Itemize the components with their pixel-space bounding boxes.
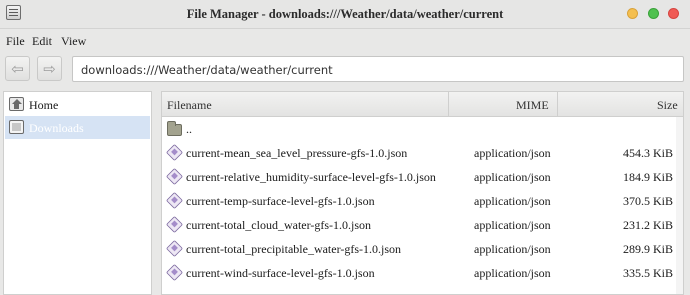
- file-mime: application/json: [474, 170, 551, 184]
- json-file-icon: [166, 264, 183, 281]
- menu-edit[interactable]: Edit: [32, 34, 52, 49]
- table-row[interactable]: current-mean_sea_level_pressure-gfs-1.0.…: [162, 141, 676, 165]
- json-file-icon: [166, 240, 183, 257]
- file-name: current-mean_sea_level_pressure-gfs-1.0.…: [186, 146, 408, 160]
- file-size: 289.9 KiB: [622, 242, 673, 256]
- file-mime: application/json: [474, 146, 551, 160]
- menu-file[interactable]: File: [6, 34, 25, 49]
- forward-arrow-icon: ⇨: [43, 59, 56, 78]
- json-file-icon: [166, 144, 183, 161]
- file-name: current-relative_humidity-surface-level-…: [186, 170, 436, 184]
- back-arrow-icon: ⇦: [11, 59, 24, 78]
- file-mime: application/json: [474, 266, 551, 280]
- forward-button[interactable]: ⇨: [37, 56, 62, 81]
- toolbar: ⇦ ⇨ downloads:///Weather/data/weather/cu…: [0, 52, 690, 88]
- downloads-icon: [9, 120, 24, 134]
- home-icon: [9, 97, 24, 111]
- column-divider[interactable]: [557, 92, 558, 117]
- close-button[interactable]: [668, 8, 679, 19]
- file-size: 335.5 KiB: [622, 266, 673, 280]
- file-list: Filename MIME Size .. current-mean_sea_l…: [161, 91, 684, 295]
- json-file-icon: [166, 216, 183, 233]
- address-bar[interactable]: downloads:///Weather/data/weather/curren…: [72, 56, 684, 82]
- json-file-icon: [166, 168, 183, 185]
- maximize-button[interactable]: [648, 8, 659, 19]
- sidebar-item-downloads[interactable]: Downloads: [5, 116, 150, 139]
- file-size: 184.9 KiB: [622, 170, 673, 184]
- file-size: 454.3 KiB: [622, 146, 673, 160]
- json-file-icon: [166, 192, 183, 209]
- sidebar-item-label: Home: [29, 98, 59, 112]
- folder-icon: [167, 121, 182, 136]
- title-bar: File Manager - downloads:///Weather/data…: [0, 0, 690, 29]
- sidebar: Home Downloads: [3, 91, 152, 295]
- table-row[interactable]: current-total_cloud_water-gfs-1.0.json a…: [162, 213, 676, 237]
- column-size[interactable]: Size: [657, 98, 678, 113]
- file-name: current-temp-surface-level-gfs-1.0.json: [186, 194, 375, 208]
- file-mime: application/json: [474, 242, 551, 256]
- file-name: current-wind-surface-level-gfs-1.0.json: [186, 266, 375, 280]
- window-title: File Manager - downloads:///Weather/data…: [186, 7, 504, 21]
- back-button[interactable]: ⇦: [5, 56, 30, 81]
- sidebar-item-home[interactable]: Home: [5, 93, 150, 116]
- menu-view[interactable]: View: [61, 34, 86, 49]
- file-mime: application/json: [474, 194, 551, 208]
- column-mime[interactable]: MIME: [516, 98, 549, 113]
- column-header: Filename MIME Size: [162, 92, 683, 117]
- file-name: current-total_cloud_water-gfs-1.0.json: [186, 218, 372, 232]
- file-size: 231.2 KiB: [622, 218, 673, 232]
- minimize-button[interactable]: [627, 8, 638, 19]
- table-row[interactable]: current-temp-surface-level-gfs-1.0.json …: [162, 189, 676, 213]
- vertical-scrollbar[interactable]: [676, 117, 683, 294]
- table-row[interactable]: current-total_precipitable_water-gfs-1.0…: [162, 237, 676, 261]
- column-filename[interactable]: Filename: [167, 98, 212, 113]
- menu-bar: File Edit View: [0, 30, 690, 52]
- file-name: current-total_precipitable_water-gfs-1.0…: [186, 242, 402, 256]
- parent-directory-row[interactable]: ..: [162, 117, 676, 141]
- file-mime: application/json: [474, 218, 551, 232]
- table-row[interactable]: current-wind-surface-level-gfs-1.0.json …: [162, 261, 676, 285]
- table-row[interactable]: current-relative_humidity-surface-level-…: [162, 165, 676, 189]
- column-divider[interactable]: [448, 92, 449, 117]
- file-name: ..: [186, 122, 192, 136]
- sidebar-item-label: Downloads: [29, 121, 84, 135]
- file-size: 370.5 KiB: [622, 194, 673, 208]
